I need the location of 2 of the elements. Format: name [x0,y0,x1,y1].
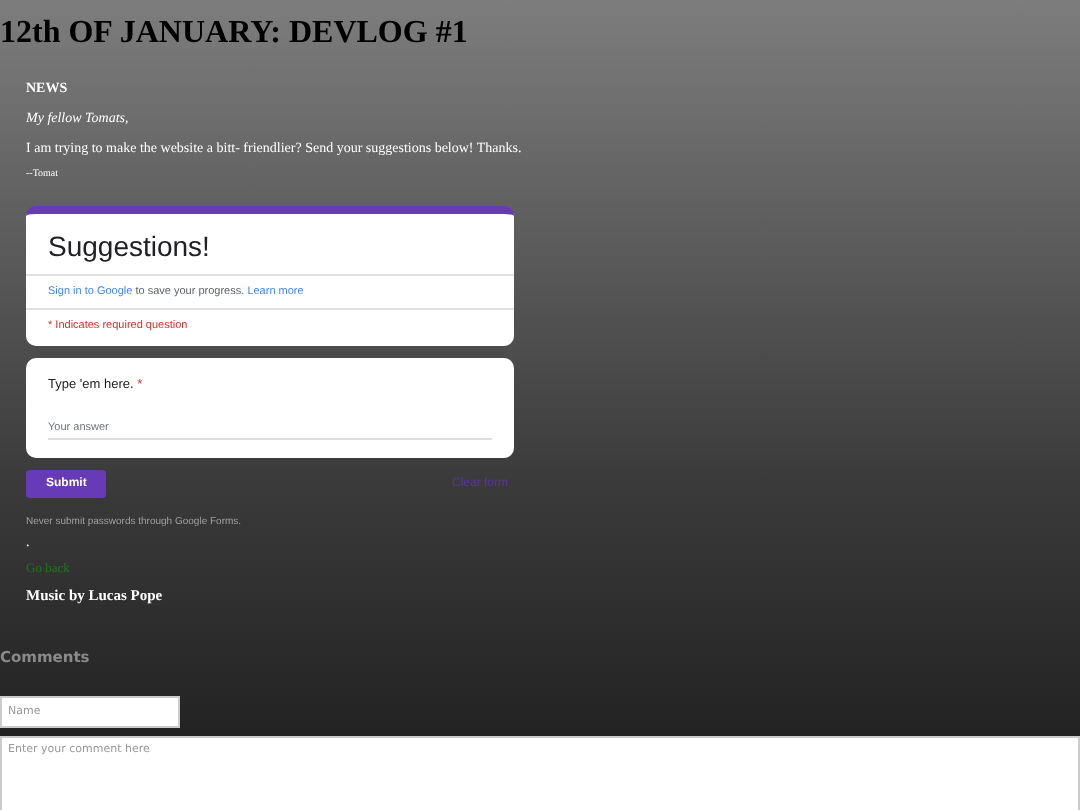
post-title: 12th OF JANUARY: DEVLOG #1 [0,14,470,52]
form-title: Suggestions! [26,214,514,276]
